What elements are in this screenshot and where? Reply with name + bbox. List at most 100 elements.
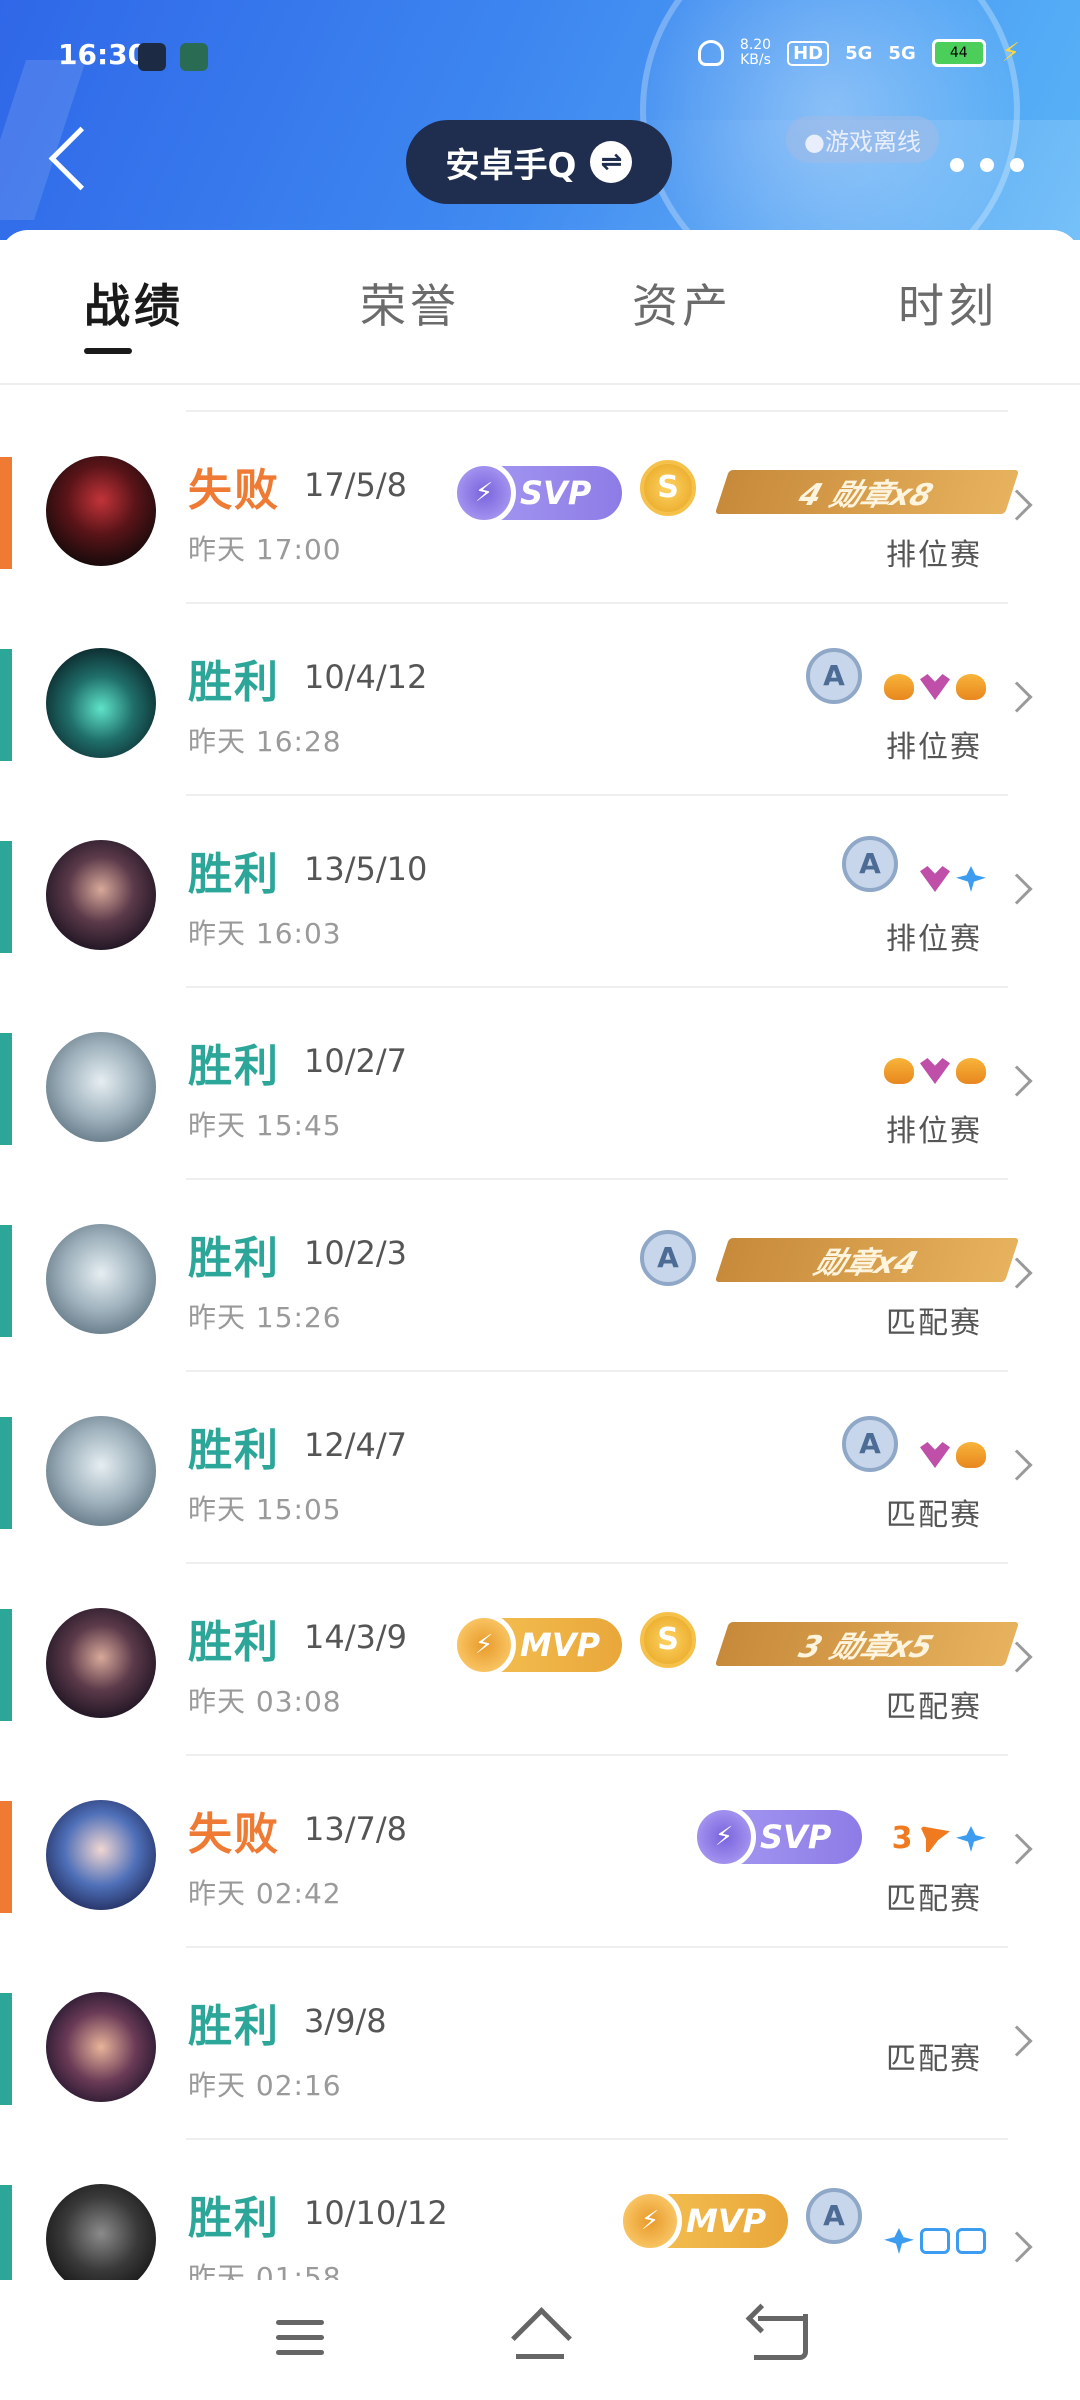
result-color-bar <box>0 2185 12 2280</box>
result-color-bar <box>0 1993 12 2105</box>
mvp-badge: MVP <box>452 1613 622 1677</box>
match-kda: 12/4/7 <box>304 1426 407 1464</box>
gold-icon <box>956 1058 986 1084</box>
assist-icon <box>884 2228 914 2254</box>
gold-icon <box>884 674 914 700</box>
svp-badge: SVP <box>452 461 622 525</box>
signal-5g-icon: 5G <box>845 42 873 64</box>
match-kda: 10/10/12 <box>304 2194 448 2232</box>
hd-icon: HD <box>787 40 830 66</box>
match-time: 昨天 16:28 <box>188 725 342 758</box>
mvp-label: MVP <box>520 1626 601 1664</box>
match-mode: 匹配赛 <box>886 1498 982 1533</box>
tab-record[interactable]: 战绩 <box>84 270 184 336</box>
medal-ribbon: 勋章x4 <box>714 1238 1020 1282</box>
result-color-bar <box>0 1417 12 1529</box>
tab-moments[interactable]: 时刻 <box>898 270 998 336</box>
match-time: 昨天 02:16 <box>188 2069 342 2102</box>
back-icon[interactable] <box>754 2314 808 2360</box>
match-time: 昨天 15:26 <box>188 1301 342 1334</box>
account-switch-button[interactable]: 安卓手Q ⇌ <box>406 120 672 204</box>
match-kda: 10/2/7 <box>304 1042 407 1080</box>
notification-app-icon <box>138 43 166 71</box>
hero-avatar <box>46 456 156 566</box>
status-bar: 16:30 8.20 KB/s HD 5G 5G 44 ⚡ <box>0 30 1080 80</box>
gold-icon <box>884 1058 914 1084</box>
rank-a-icon: A <box>806 648 862 704</box>
chevron-right-icon[interactable] <box>1001 681 1033 713</box>
more-options-icon[interactable] <box>950 158 1060 172</box>
shield-icon <box>956 2228 986 2254</box>
gold-icon <box>956 1442 986 1468</box>
match-result: 胜利 <box>188 657 280 708</box>
system-nav-bar <box>0 2280 1080 2400</box>
chevron-right-icon[interactable] <box>1001 873 1033 905</box>
damage-icon <box>920 866 950 892</box>
hero-avatar <box>46 1032 156 1142</box>
mvp-icon <box>618 2189 682 2253</box>
result-color-bar <box>0 1033 12 1145</box>
match-row[interactable]: 胜利 12/4/7 昨天 15:05 A 匹配赛 <box>0 1372 1080 1564</box>
hero-avatar <box>46 1608 156 1718</box>
match-mode: 匹配赛 <box>886 1306 982 1341</box>
match-mode: 排位赛 <box>886 922 982 957</box>
svp-icon <box>692 1805 756 1869</box>
result-color-bar <box>0 1609 12 1721</box>
rank-a-icon: A <box>842 836 898 892</box>
tab-assets[interactable]: 资产 <box>632 270 732 336</box>
match-result: 胜利 <box>188 2001 280 2052</box>
achievement-icons: 3 <box>890 1821 986 1856</box>
match-row[interactable]: 失败 17/5/8 昨天 17:00 SVP S 4 勋章x8 排位赛 <box>0 412 1080 604</box>
match-time: 昨天 01:58 <box>188 2261 342 2280</box>
tab-honor[interactable]: 荣誉 <box>360 270 460 336</box>
match-mode: 排位赛 <box>886 730 982 765</box>
chevron-right-icon[interactable] <box>1001 2231 1033 2263</box>
match-result: 失败 <box>188 465 280 516</box>
match-row[interactable]: 失败 13/7/8 昨天 02:42 SVP 3 匹配赛 <box>0 1756 1080 1948</box>
status-time: 16:30 <box>58 38 148 71</box>
match-row[interactable]: 胜利 10/2/3 昨天 15:26 A 勋章x4 匹配赛 <box>0 1180 1080 1372</box>
home-icon[interactable] <box>510 2310 570 2362</box>
hero-avatar <box>46 1416 156 1526</box>
match-kda: 14/3/9 <box>304 1618 407 1656</box>
match-row[interactable]: 胜利 14/3/9 昨天 03:08 MVP S 3 勋章x5 匹配赛 <box>0 1564 1080 1756</box>
damage-icon <box>920 1442 950 1468</box>
mvp-icon <box>452 1613 516 1677</box>
chevron-right-icon[interactable] <box>1001 1833 1033 1865</box>
chevron-right-icon[interactable] <box>1001 1449 1033 1481</box>
medal-ribbon: 4 勋章x8 <box>714 470 1020 514</box>
signal-5g-icon: 5G <box>888 42 916 64</box>
match-kda: 13/7/8 <box>304 1810 407 1848</box>
back-arrow-icon[interactable] <box>48 128 88 188</box>
mvp-label: MVP <box>686 2202 767 2240</box>
rank-a-icon: A <box>640 1230 696 1286</box>
achievement-icons <box>920 1442 986 1468</box>
match-result: 失败 <box>188 1809 280 1860</box>
match-result: 胜利 <box>188 1041 280 1092</box>
achievement-icons <box>920 866 986 892</box>
flag-icon <box>920 1826 950 1852</box>
match-time: 昨天 17:00 <box>188 533 342 566</box>
match-row[interactable]: 胜利 13/5/10 昨天 16:03 A 排位赛 <box>0 796 1080 988</box>
chevron-right-icon[interactable] <box>1001 2025 1033 2057</box>
menu-icon[interactable] <box>276 2320 324 2356</box>
match-row[interactable]: 胜利 10/10/12 昨天 01:58 MVP A <box>0 2140 1080 2280</box>
medal-ribbon: 3 勋章x5 <box>714 1622 1020 1666</box>
match-result: 胜利 <box>188 1617 280 1668</box>
match-row[interactable]: 胜利 10/2/7 昨天 15:45 排位赛 <box>0 988 1080 1180</box>
result-color-bar <box>0 457 12 569</box>
match-time: 昨天 16:03 <box>188 917 342 950</box>
match-mode: 排位赛 <box>886 1114 982 1149</box>
notification-app-icon <box>180 43 208 71</box>
result-color-bar <box>0 1801 12 1913</box>
match-kda: 17/5/8 <box>304 466 407 504</box>
match-result: 胜利 <box>188 1233 280 1284</box>
match-time: 昨天 03:08 <box>188 1685 342 1718</box>
match-row[interactable]: 胜利 3/9/8 昨天 02:16 匹配赛 <box>0 1948 1080 2140</box>
mvp-badge: MVP <box>618 2189 788 2253</box>
hero-avatar <box>46 1800 156 1910</box>
multikill-count: 3 <box>891 1821 913 1856</box>
match-row[interactable]: 胜利 10/4/12 昨天 16:28 A 排位赛 <box>0 604 1080 796</box>
chevron-right-icon[interactable] <box>1001 1065 1033 1097</box>
match-result: 胜利 <box>188 1425 280 1476</box>
